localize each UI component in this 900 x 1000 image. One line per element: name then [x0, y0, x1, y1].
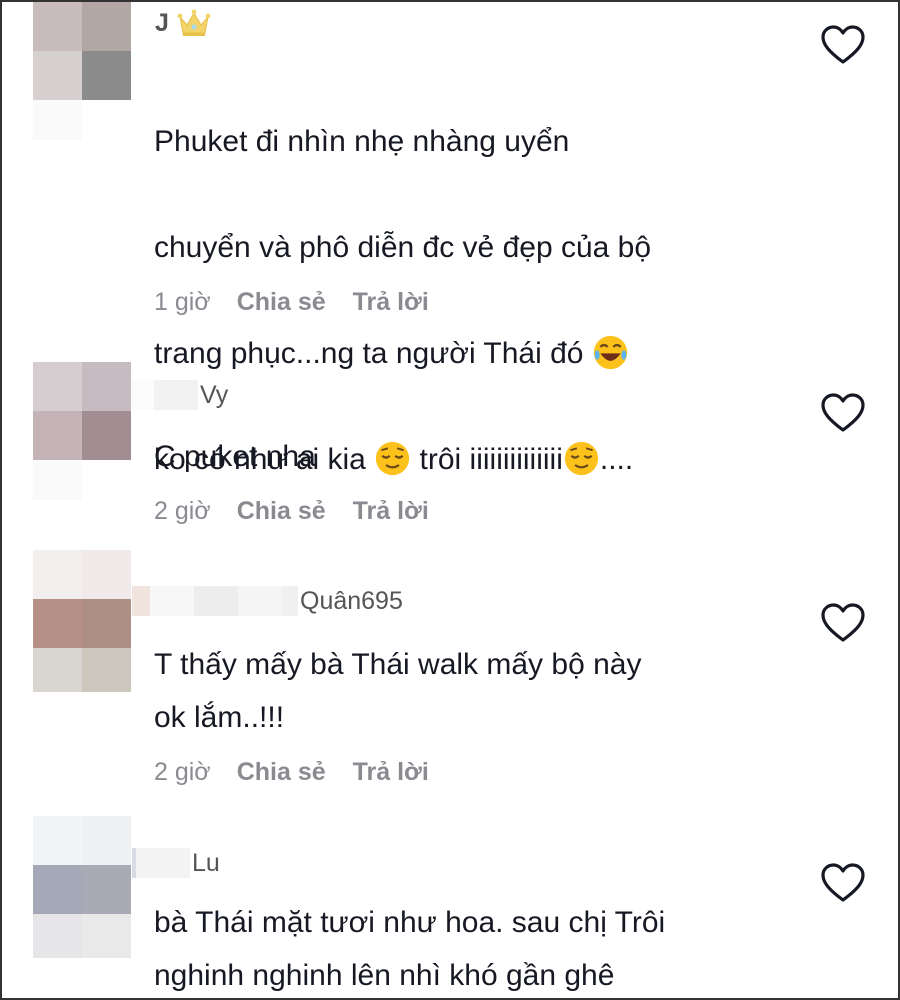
comment-username[interactable]: Vy: [132, 380, 228, 410]
heart-outline-icon[interactable]: [820, 392, 866, 434]
comment-text: bà Thái mặt tươi như hoa. sau chị Trôi n…: [154, 906, 666, 992]
comment-item: J Phuket đi nhìn nhẹ nhàng uyển chuyển v…: [2, 2, 898, 476]
avatar[interactable]: [33, 362, 131, 500]
reply-button[interactable]: Trả lời: [353, 497, 429, 526]
heart-outline-icon[interactable]: [820, 24, 866, 66]
comment-meta: 1 giờ Chia sẻ Trả lời: [154, 286, 456, 318]
comment-username[interactable]: Lu: [132, 848, 220, 878]
username-label[interactable]: Quân695: [298, 587, 403, 616]
comment-meta: 2 giờ Chia sẻ Trả lời: [154, 756, 456, 788]
username-label[interactable]: Vy: [198, 381, 228, 410]
comment-meta: 2 giờ Chia sẻ Trả lời: [154, 495, 456, 527]
heart-outline-icon[interactable]: [820, 602, 866, 644]
reply-button[interactable]: Trả lời: [353, 288, 429, 317]
crown-icon: [177, 9, 211, 36]
username-label[interactable]: Lu: [190, 849, 220, 878]
comment-time: 2 giờ: [154, 757, 211, 786]
comment-text: T thấy mấy bà Thái walk mấy bộ này ok lắ…: [154, 648, 642, 734]
comment-username[interactable]: Quân695: [132, 586, 403, 616]
share-button[interactable]: Chia sẻ: [237, 758, 326, 787]
username-blur: [132, 586, 298, 616]
username-blur: [132, 848, 190, 878]
comment-time: 1 giờ: [154, 287, 211, 316]
comment-item: Quân695 T thấy mấy bà Thái walk mấy bộ n…: [2, 542, 898, 812]
username-blur: [132, 380, 198, 410]
comment-item: Lu bà Thái mặt tươi như hoa. sau chị Trô…: [2, 812, 898, 998]
share-button[interactable]: Chia sẻ: [237, 288, 326, 317]
comment-time: 2 giờ: [154, 496, 211, 525]
heart-outline-icon[interactable]: [820, 862, 866, 904]
comment-username[interactable]: J: [153, 8, 211, 38]
username-label[interactable]: J: [153, 9, 169, 38]
comment-line: chuyển và phô diễn đc vẻ đẹp của bộ: [154, 231, 652, 264]
reply-button[interactable]: Trả lời: [353, 758, 429, 787]
comment-text: C puket nha: [154, 440, 316, 473]
avatar[interactable]: [33, 550, 131, 692]
avatar[interactable]: [33, 816, 131, 958]
comment-list: J Phuket đi nhìn nhẹ nhàng uyển chuyển v…: [0, 0, 900, 1000]
comment-item: Vy C puket nha 2 giờ Chia sẻ Trả lời: [2, 362, 898, 542]
comment-line: Phuket đi nhìn nhẹ nhàng uyển: [154, 125, 570, 158]
share-button[interactable]: Chia sẻ: [237, 497, 326, 526]
avatar[interactable]: [33, 2, 131, 140]
